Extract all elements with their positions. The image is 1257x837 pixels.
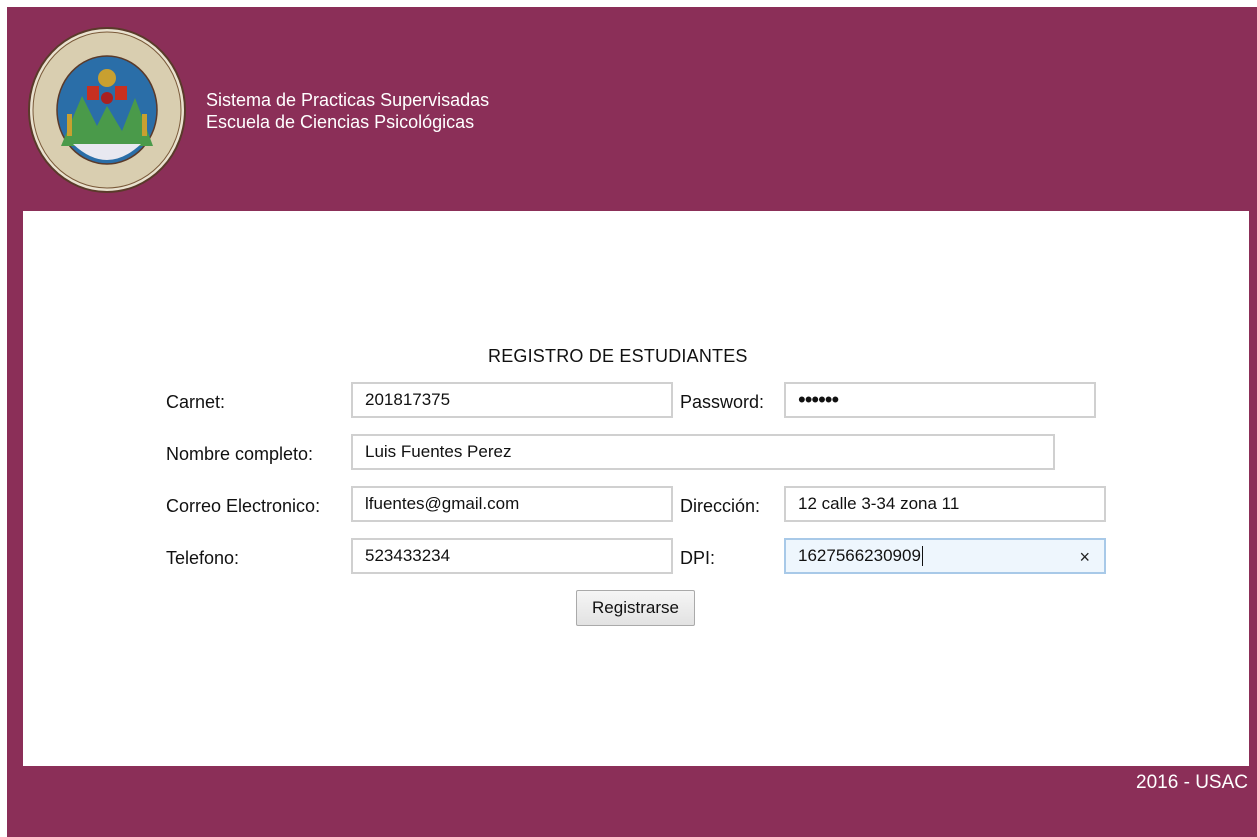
telefono-label: Telefono: (166, 548, 240, 568)
direccion-label: Dirección: (680, 496, 761, 516)
correo-label: Correo Electronico: (166, 496, 321, 516)
telefono-field[interactable]: 523433234 (351, 538, 673, 574)
nombre-field[interactable]: Luis Fuentes Perez (351, 434, 1055, 470)
system-name: Sistema de Practicas Supervisadas (206, 90, 490, 110)
carnet-value: 201817375 (365, 390, 451, 409)
correo-value: lfuentes@gmail.com (365, 494, 520, 513)
direccion-value: 12 calle 3-34 zona 11 (798, 494, 960, 513)
form-title: REGISTRO DE ESTUDIANTES (488, 346, 748, 366)
dpi-label: DPI: (680, 548, 716, 568)
password-field[interactable]: •••••• (784, 382, 1096, 418)
password-value: •••••• (798, 387, 839, 412)
nombre-label: Nombre completo: (166, 444, 314, 464)
school-name: Escuela de Ciencias Psicológicas (206, 112, 475, 132)
clear-icon[interactable]: × (1079, 547, 1090, 568)
direccion-field[interactable]: 12 calle 3-34 zona 11 (784, 486, 1106, 522)
text-caret (921, 546, 923, 566)
footer-text: 2016 - USAC (1136, 772, 1248, 793)
carnet-field[interactable]: 201817375 (351, 382, 673, 418)
header-title: Sistema de Practicas Supervisadas Escuel… (206, 89, 489, 133)
nombre-value: Luis Fuentes Perez (365, 442, 512, 461)
password-label: Password: (680, 392, 765, 412)
dpi-field[interactable]: 1627566230909 × (784, 538, 1106, 574)
correo-field[interactable]: lfuentes@gmail.com (351, 486, 673, 522)
dpi-value: 1627566230909 (798, 546, 921, 565)
register-button[interactable]: Registrarse (576, 590, 695, 626)
telefono-value: 523433234 (365, 546, 451, 565)
carnet-label: Carnet: (166, 392, 226, 412)
usac-seal-logo (28, 27, 186, 193)
